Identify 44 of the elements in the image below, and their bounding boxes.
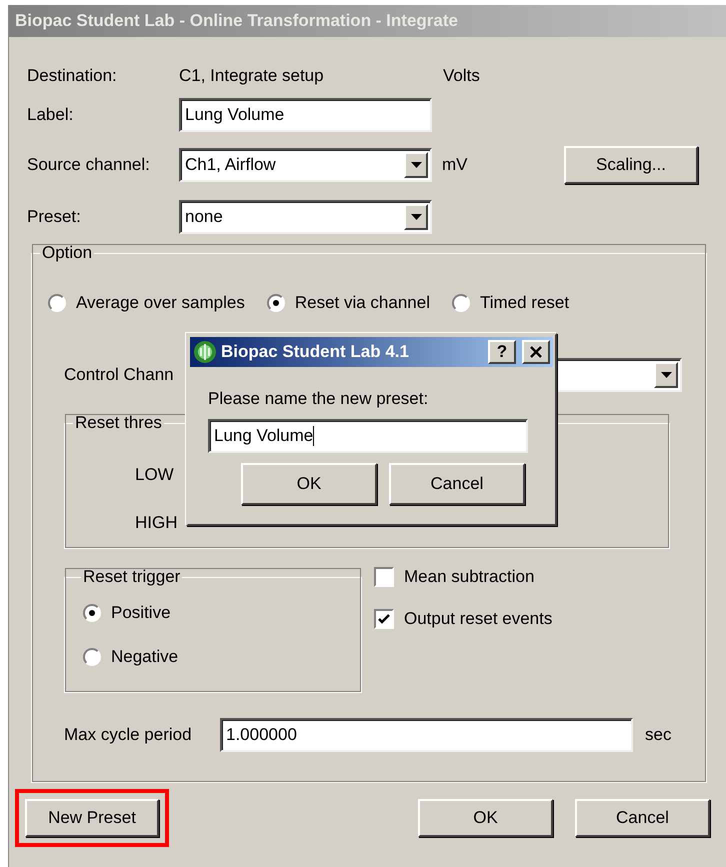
preset-dropdown[interactable]: none <box>179 200 432 234</box>
radio-option[interactable]: Reset via channel <box>266 293 430 313</box>
cancel-button[interactable]: Cancel <box>575 799 710 837</box>
dialog-title: Biopac Student Lab 4.1 <box>221 342 410 362</box>
label-input[interactable]: Lung Volume <box>179 98 432 132</box>
field-label: Destination: <box>27 66 118 86</box>
cancel-button[interactable]: Cancel <box>389 463 525 505</box>
threshold-label: HIGH <box>135 513 178 533</box>
group-title: Option <box>41 243 94 263</box>
help-button[interactable]: ? <box>488 340 516 364</box>
check-icon <box>378 613 390 625</box>
close-button[interactable] <box>522 340 550 364</box>
window-title: Biopac Student Lab - Online Transformation - Integrate <box>15 11 458 31</box>
field-label: Preset: <box>27 207 82 227</box>
radio-option[interactable]: Positive <box>83 603 171 623</box>
unit-label: mV <box>441 155 468 175</box>
group-title: Reset thres <box>74 413 163 433</box>
field-label: Source channel: <box>27 155 151 175</box>
field-label: Control Chann <box>64 365 175 385</box>
unit-label: sec <box>644 725 672 745</box>
max-cycle-input[interactable]: 1.000000 <box>220 718 633 752</box>
threshold-label: LOW <box>135 465 174 485</box>
checkbox-option[interactable]: Mean subtraction <box>374 567 552 587</box>
checkbox-option[interactable]: Output reset events <box>374 609 552 629</box>
field-label: Label: <box>27 105 74 125</box>
unit-label: Volts <box>443 66 480 86</box>
ok-button[interactable]: OK <box>418 799 553 837</box>
dropdown-arrow-icon <box>410 162 422 168</box>
new-preset-button[interactable]: New Preset <box>25 799 159 837</box>
ok-button[interactable]: OK <box>241 463 377 505</box>
destination-value: C1, Integrate setup <box>179 66 325 86</box>
source-channel-dropdown[interactable]: Ch1, Airflow <box>179 148 432 182</box>
preset-name-input[interactable]: Lung Volume <box>208 419 528 453</box>
radio-option[interactable]: Average over samples <box>48 293 245 313</box>
field-label: Max cycle period <box>64 725 193 745</box>
group-title: Reset trigger <box>82 567 182 587</box>
radio-option[interactable]: Timed reset <box>452 293 570 313</box>
dropdown-arrow-icon <box>410 214 422 220</box>
app-logo-icon <box>193 340 217 364</box>
dropdown-arrow-icon <box>660 372 672 378</box>
prompt-text: Please name the new preset: <box>208 389 430 409</box>
scaling-button[interactable]: Scaling... <box>564 146 698 184</box>
close-icon <box>529 345 543 359</box>
radio-option[interactable]: Negative <box>83 647 178 667</box>
